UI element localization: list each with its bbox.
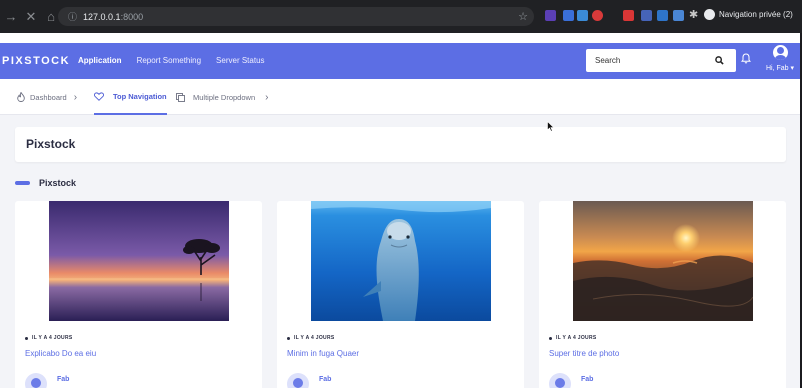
search-box — [586, 49, 736, 72]
bullet-icon — [25, 336, 28, 340]
url-host: 127.0.0.1 — [83, 11, 121, 22]
incognito-icon — [704, 9, 715, 20]
subnav-item-multiple-dropdown[interactable]: Multiple Dropdown › — [176, 79, 268, 115]
user-menu[interactable]: Hi, Fab ▾ — [764, 45, 796, 72]
extension-icon[interactable] — [592, 10, 603, 21]
search-icon[interactable] — [715, 56, 724, 65]
card-author[interactable]: Fab — [549, 373, 593, 388]
card-title[interactable]: Super titre de photo — [549, 349, 619, 358]
profile-label: Navigation privée (2) — [719, 10, 793, 19]
author-name: Fab — [581, 376, 594, 383]
fire-icon — [17, 92, 25, 102]
card-time: IL Y A 4 JOURS — [32, 335, 73, 341]
stop-icon[interactable]: ✕ — [22, 9, 40, 25]
chevron-right-icon: › — [73, 91, 78, 103]
sunset-sea-photo[interactable] — [573, 201, 753, 321]
copy-icon — [176, 92, 185, 102]
card-title[interactable]: Explicabo Do ea eiu — [25, 349, 96, 358]
main-menu: Application Report Something Server Stat… — [78, 56, 265, 65]
bookmark-star-icon[interactable]: ☆ — [518, 10, 528, 23]
puzzle-icon[interactable]: ✱ — [689, 10, 700, 21]
info-icon[interactable]: ⓘ — [68, 10, 77, 23]
card-time: IL Y A 4 JOURS — [556, 335, 597, 341]
browser-toolbar: → ✕ ⌂ ⓘ 127.0.0.1:8000 ☆ ✱ Navigation pr… — [0, 0, 802, 33]
menu-item-report-something[interactable]: Report Something — [137, 56, 201, 65]
extension-icon[interactable] — [563, 10, 574, 21]
app-viewport: PIXSTOCK Application Report Something Se… — [0, 33, 800, 388]
browser-window: → ✕ ⌂ ⓘ 127.0.0.1:8000 ☆ ✱ Navigation pr… — [0, 0, 802, 388]
profile-button[interactable]: Navigation privée (2) — [704, 9, 793, 20]
card-time: IL Y A 4 JOURS — [294, 335, 335, 341]
chevron-right-icon: › — [265, 91, 269, 103]
subnav-item-top-navigation[interactable]: Top Navigation — [94, 79, 167, 115]
subnav-label: Dashboard — [30, 92, 67, 102]
bullet-icon — [287, 336, 290, 340]
user-avatar — [772, 45, 788, 60]
menu-item-application[interactable]: Application — [78, 56, 122, 65]
author-name: Fab — [319, 376, 332, 383]
brand-logo[interactable]: PIXSTOCK — [2, 55, 70, 67]
dolphin-photo[interactable] — [311, 201, 491, 321]
menu-item-server-status[interactable]: Server Status — [216, 56, 264, 65]
photo-card[interactable]: IL Y A 4 JOURS Super titre de photo Fab — [539, 201, 786, 388]
extension-icon[interactable] — [623, 10, 634, 21]
subnav-item-dashboard[interactable]: Dashboard › — [17, 79, 77, 115]
section-title: Pixstock — [39, 178, 77, 188]
bell-icon[interactable] — [741, 53, 751, 64]
card-author[interactable]: Fab — [287, 373, 331, 388]
section-header: Pixstock — [15, 178, 76, 188]
avatar — [287, 373, 309, 388]
chevron-down-icon: ▾ — [790, 65, 795, 72]
url-port: :8000 — [120, 11, 144, 22]
extension-icon[interactable] — [673, 10, 684, 21]
extension-icon[interactable] — [545, 10, 556, 21]
page-title: Pixstock — [26, 137, 76, 151]
top-header: PIXSTOCK Application Report Something Se… — [0, 43, 800, 79]
bullet-icon — [549, 336, 552, 340]
address-bar[interactable]: ⓘ 127.0.0.1:8000 ☆ — [58, 7, 534, 26]
photo-card[interactable]: IL Y A 4 JOURS Minim in fuga Quaer Fab — [277, 201, 524, 388]
section-accent-bar — [15, 181, 30, 185]
heart-icon — [94, 91, 104, 101]
extension-icon[interactable] — [577, 10, 588, 21]
card-title[interactable]: Minim in fuga Quaer — [287, 349, 359, 358]
user-name: Hi, Fab — [765, 65, 789, 72]
photo-card[interactable]: IL Y A 4 JOURS Explicabo Do ea eiu Fab — [15, 201, 262, 388]
secondary-nav: Dashboard › Top Navigation Multiple Drop… — [0, 79, 800, 115]
avatar — [25, 373, 47, 388]
forward-icon[interactable]: → — [2, 9, 20, 24]
extension-icon[interactable] — [641, 10, 652, 21]
sunset-tree-photo[interactable] — [49, 201, 229, 321]
subnav-label: Multiple Dropdown — [193, 92, 256, 102]
search-input[interactable] — [595, 56, 715, 65]
author-name: Fab — [57, 376, 70, 383]
avatar — [549, 373, 571, 388]
mouse-cursor-icon — [547, 121, 555, 132]
extension-icon[interactable] — [657, 10, 668, 21]
subnav-label: Top Navigation — [113, 91, 167, 101]
page-title-card: Pixstock — [15, 127, 786, 162]
card-author[interactable]: Fab — [25, 373, 69, 388]
